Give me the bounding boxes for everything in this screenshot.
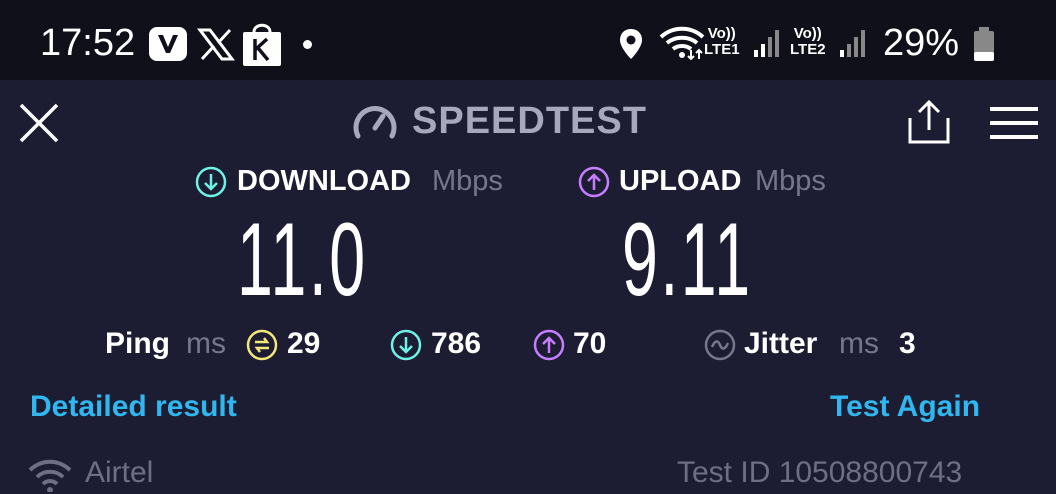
volte-label: Vo)) (707, 25, 736, 42)
network-label: LTE2 (790, 41, 826, 58)
ping-idle-icon (246, 329, 278, 361)
download-value: 11.0 (237, 202, 368, 318)
battery-icon (972, 26, 996, 62)
close-icon (19, 103, 59, 143)
ping-unit: ms (186, 327, 226, 360)
hamburger-menu-icon (990, 107, 1038, 139)
wifi-provider-icon (28, 458, 72, 492)
ping-idle-value: 29 (287, 327, 321, 360)
detailed-result-link[interactable]: Detailed result (30, 390, 237, 424)
app-title: SPEEDTEST (412, 100, 647, 142)
ping-label: Ping (105, 327, 170, 360)
ping-download-value: 786 (431, 327, 482, 360)
status-bar: 17:52 Vo)) LTE1 Vo)) LTE2 29% (0, 0, 1056, 80)
download-label: DOWNLOAD (237, 165, 411, 197)
download-arrow-icon (195, 166, 227, 198)
x-icon (196, 24, 236, 64)
jitter-label: Jitter (744, 327, 818, 360)
battery-percent: 29% (883, 22, 960, 64)
upload-unit: Mbps (755, 165, 826, 197)
network-lte1: Vo)) LTE1 (704, 26, 740, 58)
upload-value: 9.11 (622, 202, 753, 318)
notification-dot (303, 40, 312, 49)
kite-bag-icon (242, 20, 282, 66)
upload-arrow-icon (578, 166, 610, 198)
wifi-status-icon (659, 26, 705, 60)
network-label: LTE1 (704, 41, 740, 58)
jitter-unit: ms (839, 327, 879, 360)
ping-upload-icon (533, 329, 565, 361)
speedometer-icon (352, 100, 398, 142)
volte-label: Vo)) (793, 25, 822, 42)
close-button[interactable] (18, 102, 60, 144)
network-lte2: Vo)) LTE2 (790, 26, 826, 58)
upload-label: UPLOAD (619, 165, 742, 197)
status-time: 17:52 (40, 22, 136, 64)
jitter-value: 3 (899, 327, 916, 360)
test-id: Test ID 10508800743 (677, 456, 963, 489)
signal-bars-icon (838, 28, 868, 58)
ping-upload-value: 70 (573, 327, 607, 360)
provider-name: Airtel (85, 456, 154, 489)
share-icon (908, 99, 950, 144)
share-button[interactable] (906, 98, 952, 146)
signal-bars-icon (752, 28, 782, 58)
vpn-icon (148, 24, 188, 64)
test-again-button[interactable]: Test Again (830, 390, 980, 424)
jitter-icon (704, 329, 736, 361)
download-unit: Mbps (432, 165, 503, 197)
menu-button[interactable] (990, 104, 1038, 142)
location-icon (618, 28, 644, 60)
ping-download-icon (390, 329, 422, 361)
